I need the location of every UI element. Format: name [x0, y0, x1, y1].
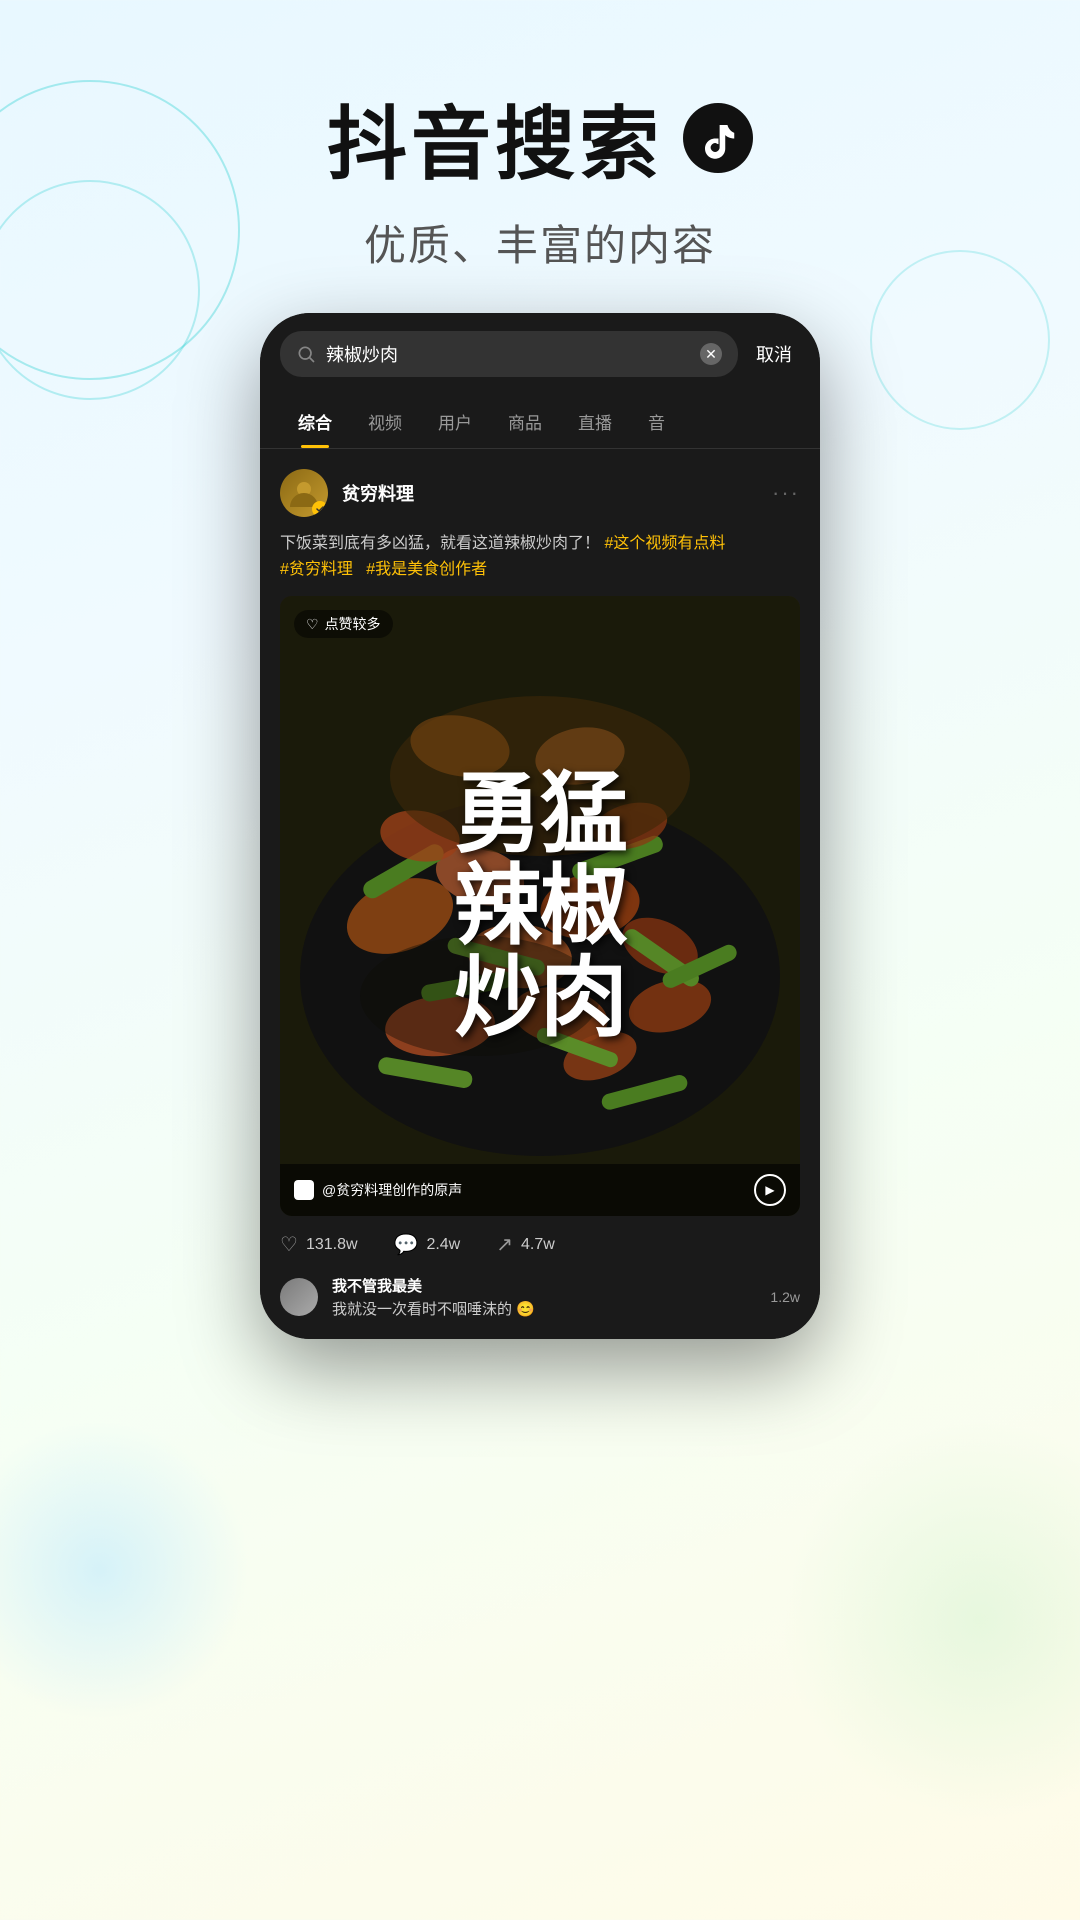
tiktok-mini-icon [294, 1180, 314, 1200]
header-section: 抖音搜索 优质、丰富的内容 [0, 0, 1080, 313]
tabs-bar: 综合 视频 用户 商品 直播 音 [260, 395, 820, 449]
tiktok-audio-icon [297, 1183, 311, 1197]
user-name[interactable]: 贫穷料理 [342, 480, 772, 506]
search-bar: 辣椒炒肉 ✕ 取消 [260, 313, 820, 395]
audio-text: @贫穷料理创作的原声 [322, 1180, 462, 1200]
more-options-icon[interactable]: ··· [772, 480, 800, 506]
content-area: 贫穷料理 ··· 下饭菜到底有多凶猛，就看这道辣椒炒肉了！ #这个视频有点料 #… [260, 449, 820, 1339]
comments-stat[interactable]: 💬 2.4w [394, 1232, 461, 1257]
clear-search-button[interactable]: ✕ [700, 343, 722, 365]
tiktok-logo-badge [683, 103, 753, 173]
tab-live[interactable]: 直播 [560, 395, 630, 448]
user-card: 贫穷料理 ··· [280, 469, 800, 517]
comment-body: 我就没一次看时不咽唾沫的 😊 [332, 1298, 756, 1319]
comments-count: 2.4w [426, 1236, 460, 1254]
tab-product[interactable]: 商品 [490, 395, 560, 448]
phone-mockup: 辣椒炒肉 ✕ 取消 综合 视频 用户 商品 直播 音 [260, 313, 820, 1339]
video-thumbnail[interactable]: 勇猛辣椒炒肉 ♡ 点赞较多 [280, 596, 800, 1216]
play-button[interactable]: ▶ [754, 1174, 786, 1206]
search-icon [296, 344, 316, 364]
post-description: 下饭菜到底有多凶猛，就看这道辣椒炒肉了！ #这个视频有点料 #贫穷料理 #我是美… [280, 531, 800, 582]
tab-comprehensive[interactable]: 综合 [280, 395, 350, 448]
comment-text-area: 我不管我最美 我就没一次看时不咽唾沫的 😊 [332, 1275, 756, 1319]
tab-user[interactable]: 用户 [420, 395, 490, 448]
bg-blob-left [0, 1420, 250, 1720]
hashtag-3[interactable]: #我是美食创作者 [366, 561, 487, 578]
comment-stat-icon: 💬 [394, 1232, 419, 1257]
user-avatar [280, 469, 328, 517]
search-query-text: 辣椒炒肉 [326, 341, 690, 367]
search-input-area[interactable]: 辣椒炒肉 ✕ [280, 331, 738, 377]
app-subtitle: 优质、丰富的内容 [0, 212, 1080, 273]
app-title: 抖音搜索 [0, 80, 1080, 196]
title-text: 抖音搜索 [327, 80, 663, 196]
video-overlay-text: 勇猛辣椒炒肉 [280, 596, 800, 1216]
video-title-text: 勇猛辣椒炒肉 [454, 768, 626, 1045]
comment-like-count: 1.2w [770, 1289, 800, 1305]
heart-icon: ♡ [306, 616, 319, 633]
commenter-avatar [280, 1278, 318, 1316]
popular-text: 点赞较多 [325, 614, 381, 634]
bg-blob-right [780, 1420, 1080, 1820]
engagement-bar: ♡ 131.8w 💬 2.4w ↗ 4.7w [280, 1216, 800, 1257]
shares-stat[interactable]: ↗ 4.7w [496, 1232, 555, 1257]
commenter-name: 我不管我最美 [332, 1275, 756, 1296]
hashtag-2[interactable]: #贫穷料理 [280, 561, 353, 578]
phone-mockup-container: 辣椒炒肉 ✕ 取消 综合 视频 用户 商品 直播 音 [0, 313, 1080, 1339]
cancel-button[interactable]: 取消 [748, 341, 800, 367]
tab-video[interactable]: 视频 [350, 395, 420, 448]
verified-icon [315, 504, 325, 514]
likes-stat[interactable]: ♡ 131.8w [280, 1232, 358, 1257]
verified-badge [312, 501, 328, 517]
popular-badge: ♡ 点赞较多 [294, 610, 393, 638]
share-stat-icon: ↗ [496, 1232, 513, 1257]
audio-bar: @贫穷料理创作的原声 ▶ [280, 1164, 800, 1216]
shares-count: 4.7w [521, 1236, 555, 1254]
video-food-background: 勇猛辣椒炒肉 ♡ 点赞较多 [280, 596, 800, 1216]
heart-stat-icon: ♡ [280, 1232, 298, 1257]
tiktok-logo-icon [696, 116, 741, 161]
audio-info: @贫穷料理创作的原声 [294, 1180, 462, 1200]
tab-audio[interactable]: 音 [630, 395, 683, 448]
likes-count: 131.8w [306, 1236, 358, 1254]
hashtag-1[interactable]: #这个视频有点料 [604, 535, 725, 552]
comment-preview: 我不管我最美 我就没一次看时不咽唾沫的 😊 1.2w [280, 1275, 800, 1319]
